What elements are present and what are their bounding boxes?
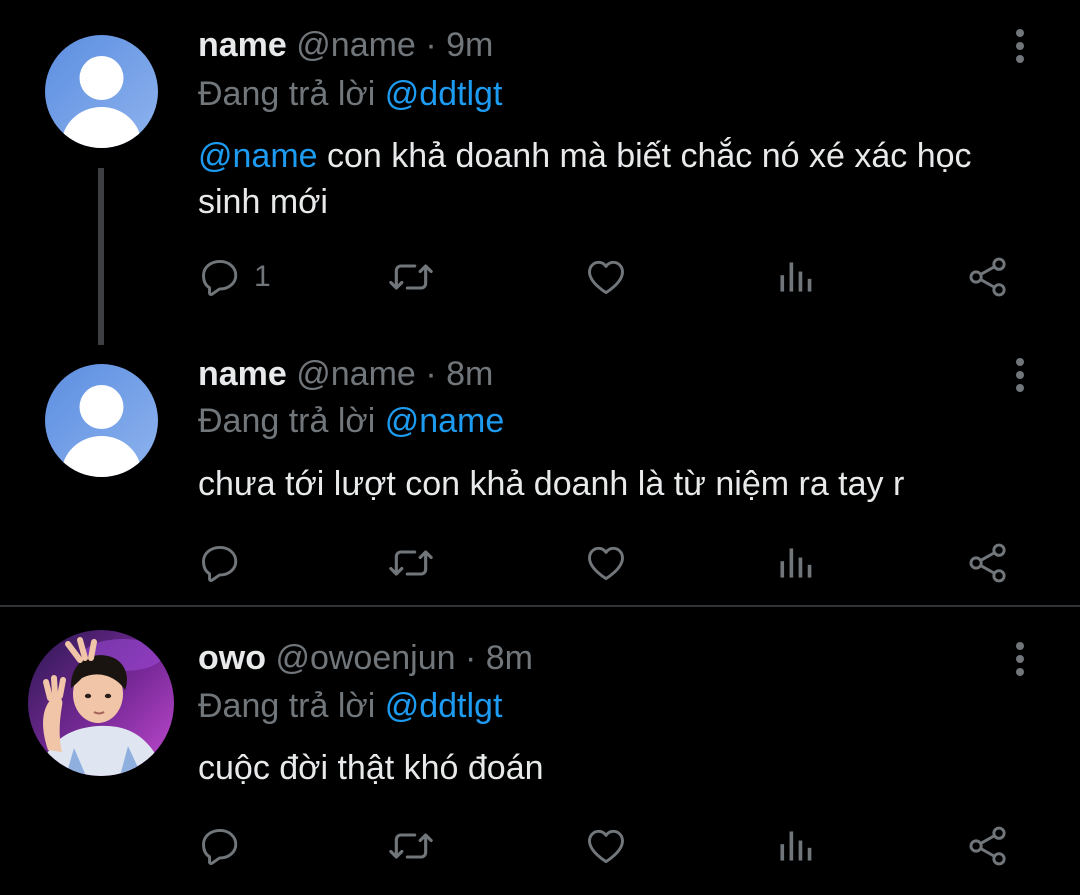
tweet-text: @name con khả doanh mà biết chắc nó xé x… xyxy=(198,133,1028,225)
share-icon xyxy=(969,543,1006,583)
share-icon xyxy=(969,826,1006,866)
reply-icon xyxy=(202,545,238,582)
share-icon xyxy=(969,257,1006,297)
tweet-1[interactable]: name @name · 9m Đang trả lời @ddtlgt @na… xyxy=(0,0,1080,345)
display-name[interactable]: name xyxy=(198,26,287,64)
reply-count: 1 xyxy=(254,260,271,293)
action-bar xyxy=(198,538,1028,588)
retweet-icon xyxy=(389,550,433,576)
user-handle[interactable]: @name xyxy=(296,355,416,393)
user-handle[interactable]: @owoenjun xyxy=(275,639,455,677)
separator-dot: · xyxy=(464,639,477,677)
views-icon xyxy=(780,262,812,292)
display-name[interactable]: name xyxy=(198,355,287,393)
avatar[interactable] xyxy=(45,364,158,477)
views-button[interactable] xyxy=(775,252,815,302)
action-bar: 1 xyxy=(198,252,1028,302)
avatar[interactable] xyxy=(28,630,174,776)
retweet-button[interactable] xyxy=(386,821,436,871)
thread-line xyxy=(98,168,104,345)
views-button[interactable] xyxy=(775,538,815,588)
default-avatar-icon xyxy=(61,56,142,148)
body-mention[interactable]: @name xyxy=(198,137,318,175)
like-icon xyxy=(588,260,624,295)
more-icon[interactable] xyxy=(1005,354,1035,394)
default-avatar-icon xyxy=(61,385,142,477)
replying-to-mention[interactable]: @name xyxy=(385,402,505,440)
timestamp[interactable]: 9m xyxy=(446,26,493,64)
tweet-text: chưa tới lượt con khả doanh là từ niệm r… xyxy=(198,461,1028,507)
like-button[interactable] xyxy=(583,821,629,871)
replying-to-label: Đang trả lời xyxy=(198,402,376,440)
retweet-button[interactable] xyxy=(386,252,436,302)
share-button[interactable] xyxy=(966,252,1010,302)
reply-button[interactable] xyxy=(198,821,242,871)
reply-button[interactable]: 1 xyxy=(198,252,271,302)
timestamp[interactable]: 8m xyxy=(486,639,533,677)
replying-to: Đang trả lời @ddtlgt xyxy=(198,686,502,726)
more-icon[interactable] xyxy=(1005,25,1035,65)
separator-dot: · xyxy=(425,355,437,393)
like-button[interactable] xyxy=(583,538,629,588)
share-button[interactable] xyxy=(966,538,1010,588)
tweet-header: name @name · 9m xyxy=(198,25,493,65)
tweet-header: owo @owoenjun · 8m xyxy=(198,638,533,678)
more-icon[interactable] xyxy=(1005,638,1035,678)
replying-to-label: Đang trả lời xyxy=(198,75,376,113)
like-icon xyxy=(588,546,624,581)
reply-button[interactable] xyxy=(198,538,242,588)
body-text: chưa tới lượt con khả doanh là từ niệm r… xyxy=(198,465,905,503)
tweet-3[interactable]: owo @owoenjun · 8m Đang trả lời @ddtlgt … xyxy=(0,607,1080,895)
replying-to-mention[interactable]: @ddtlgt xyxy=(385,687,503,725)
body-text: cuộc đời thật khó đoán xyxy=(198,749,544,787)
retweet-button[interactable] xyxy=(386,538,436,588)
tweet-header: name @name · 8m xyxy=(198,354,493,394)
replying-to-mention[interactable]: @ddtlgt xyxy=(385,75,503,113)
avatar[interactable] xyxy=(45,35,158,148)
views-icon xyxy=(780,548,812,578)
views-button[interactable] xyxy=(775,821,815,871)
replying-to: Đang trả lời @ddtlgt xyxy=(198,74,502,114)
separator-dot: · xyxy=(425,26,437,64)
replying-to-label: Đang trả lời xyxy=(198,687,376,725)
replying-to: Đang trả lời @name xyxy=(198,401,504,441)
timestamp[interactable]: 8m xyxy=(446,355,493,393)
tweet-text: cuộc đời thật khó đoán xyxy=(198,745,1028,791)
action-bar xyxy=(198,821,1028,871)
views-icon xyxy=(780,831,812,861)
display-name[interactable]: owo xyxy=(198,639,266,677)
reply-icon xyxy=(202,828,238,865)
reply-icon xyxy=(202,259,238,296)
user-handle[interactable]: @name xyxy=(296,26,416,64)
retweet-icon xyxy=(389,264,433,290)
retweet-icon xyxy=(389,833,433,859)
like-button[interactable] xyxy=(583,252,629,302)
like-icon xyxy=(588,829,624,864)
tweet-2[interactable]: name @name · 8m Đang trả lời @name chưa … xyxy=(0,345,1080,605)
profile-photo xyxy=(28,630,174,776)
share-button[interactable] xyxy=(966,821,1010,871)
